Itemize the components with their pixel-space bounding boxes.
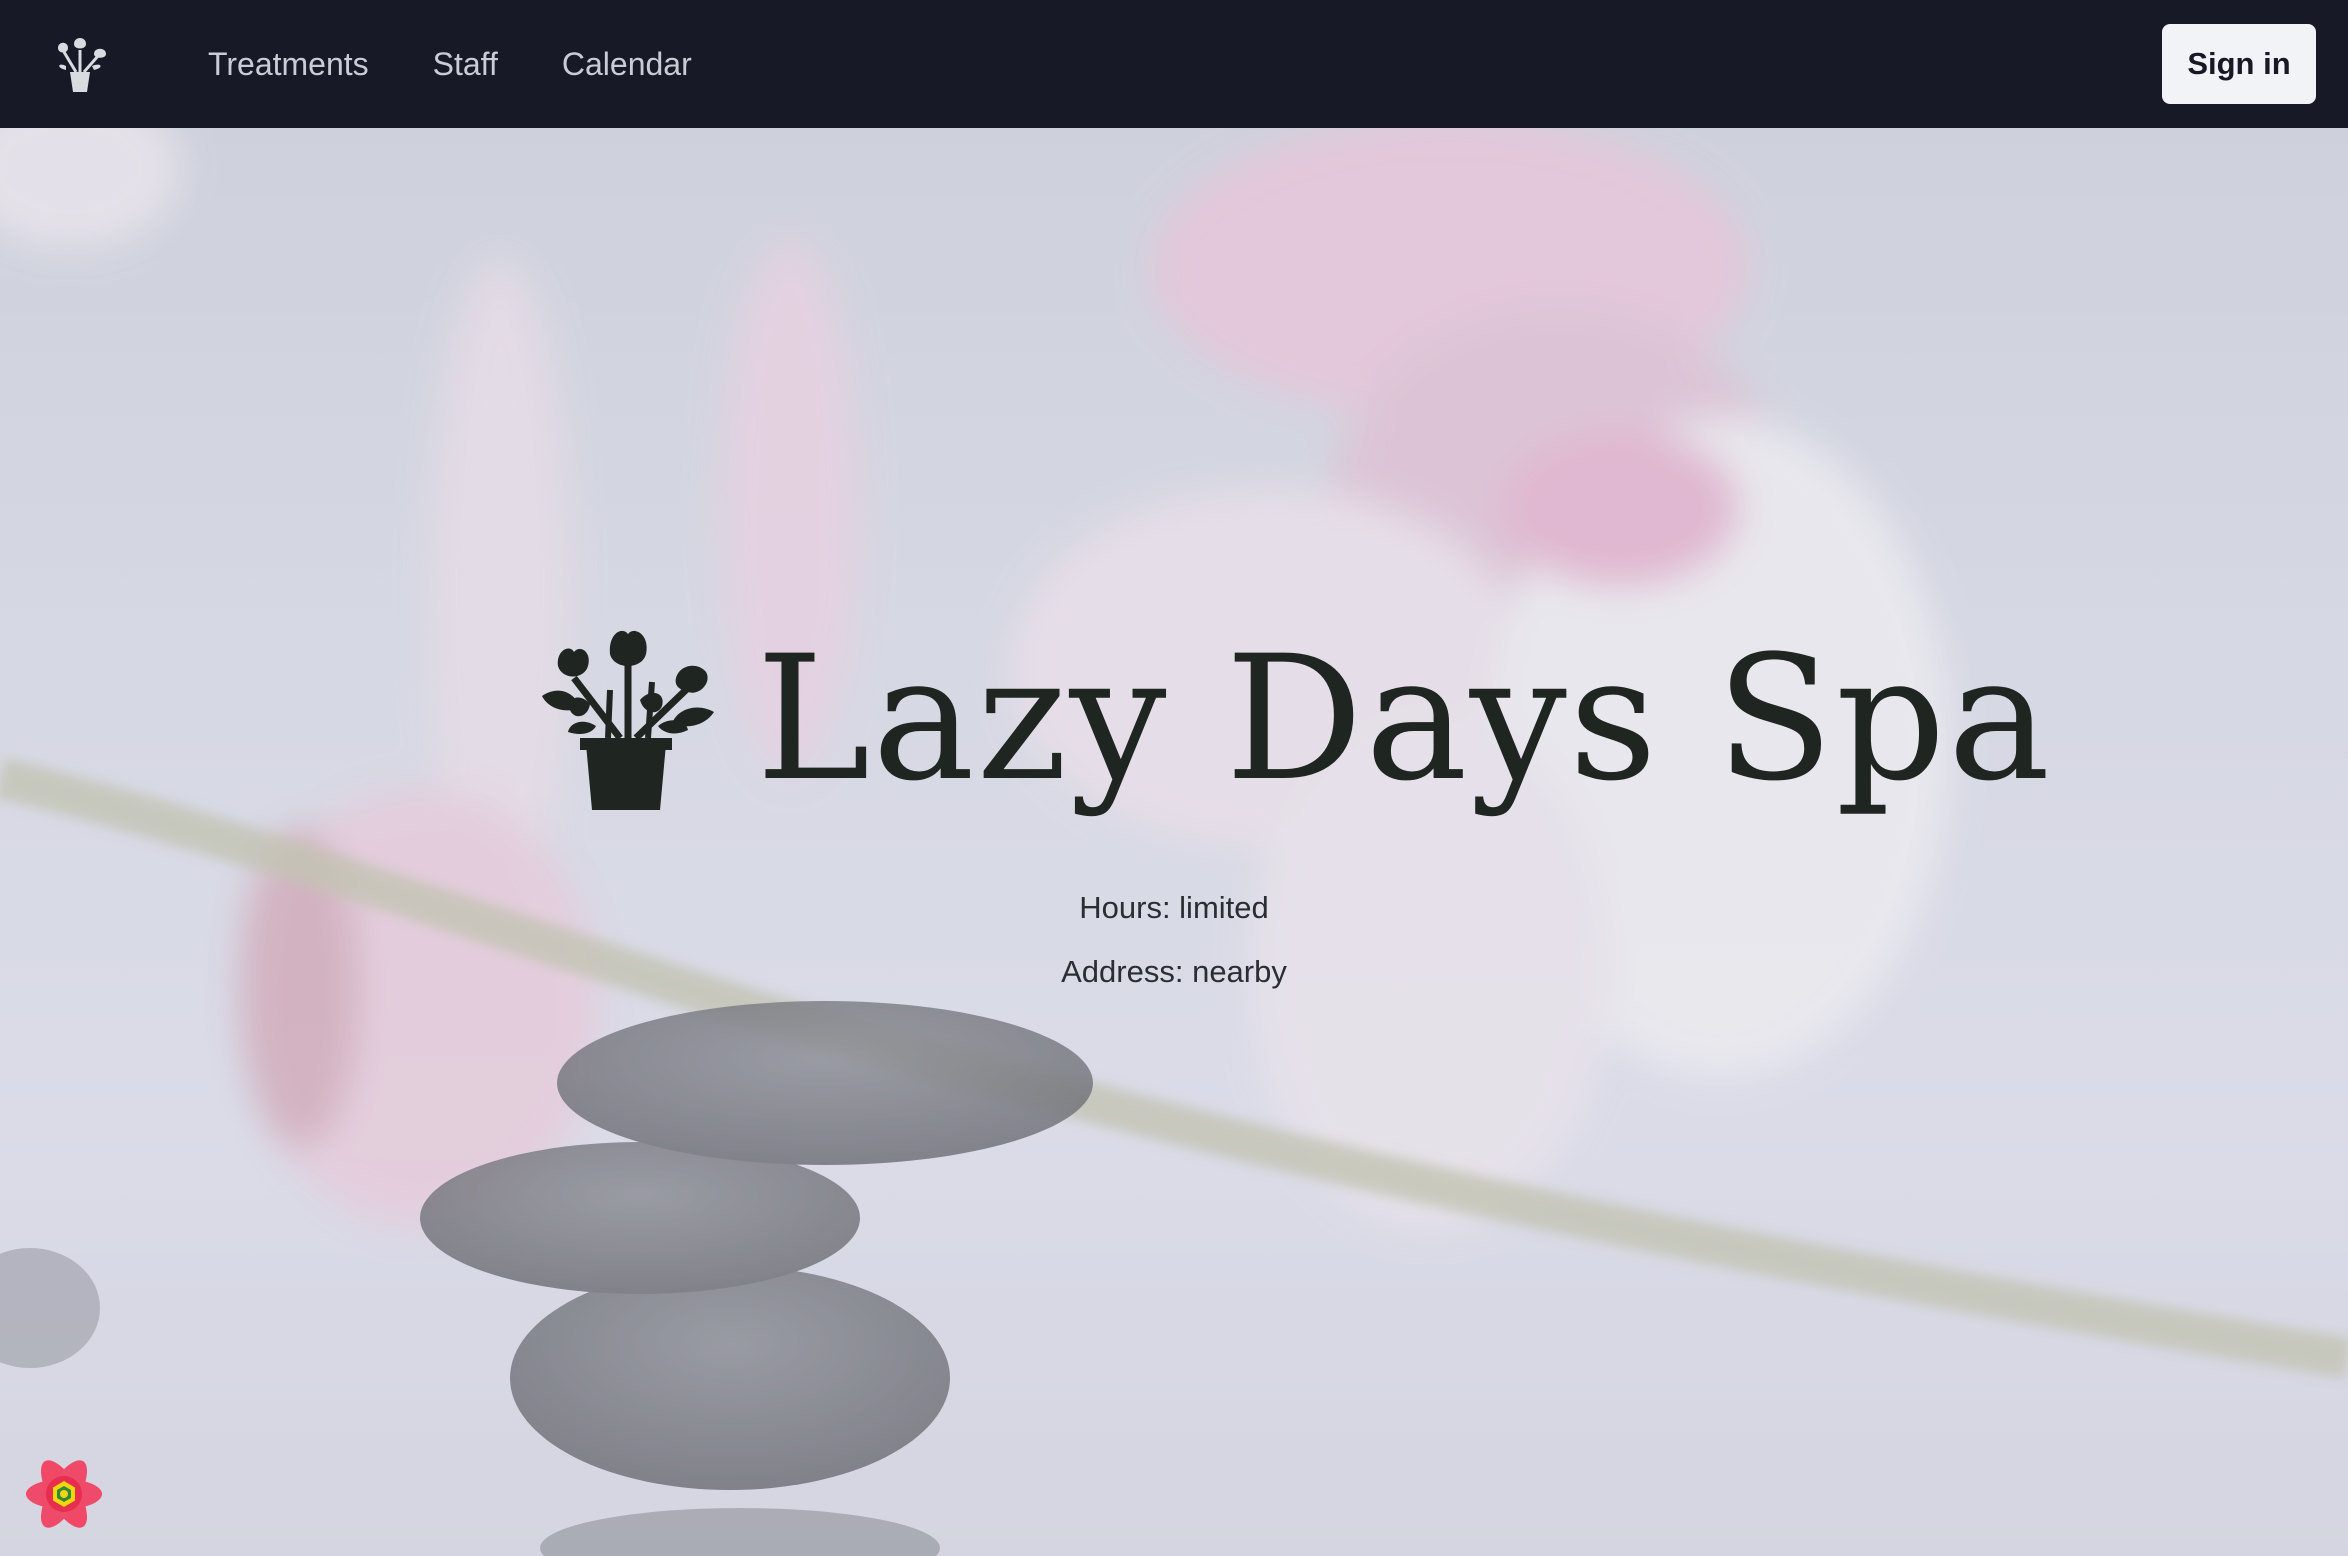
nav-links: Treatments Staff Calendar (208, 0, 692, 128)
nav-link-staff[interactable]: Staff (433, 46, 498, 83)
hours-text: Hours: limited (1079, 890, 1269, 925)
react-query-devtools-icon[interactable] (22, 1452, 106, 1536)
hero-section: Lazy Days Spa Hours: limited Address: ne… (0, 128, 2348, 1556)
navbar: Treatments Staff Calendar Sign in (0, 0, 2348, 128)
hero-title: Lazy Days Spa (756, 617, 2053, 819)
nav-link-calendar[interactable]: Calendar (562, 46, 692, 83)
flower-pot-icon[interactable] (50, 32, 110, 96)
hero-title-row: Lazy Days Spa (540, 617, 2053, 819)
sign-in-button[interactable]: Sign in (2162, 24, 2316, 104)
address-text: Address: nearby (1061, 954, 1287, 989)
nav-link-treatments[interactable]: Treatments (208, 46, 369, 83)
hero-background-image (0, 128, 2348, 1556)
flower-pot-icon (540, 626, 716, 810)
